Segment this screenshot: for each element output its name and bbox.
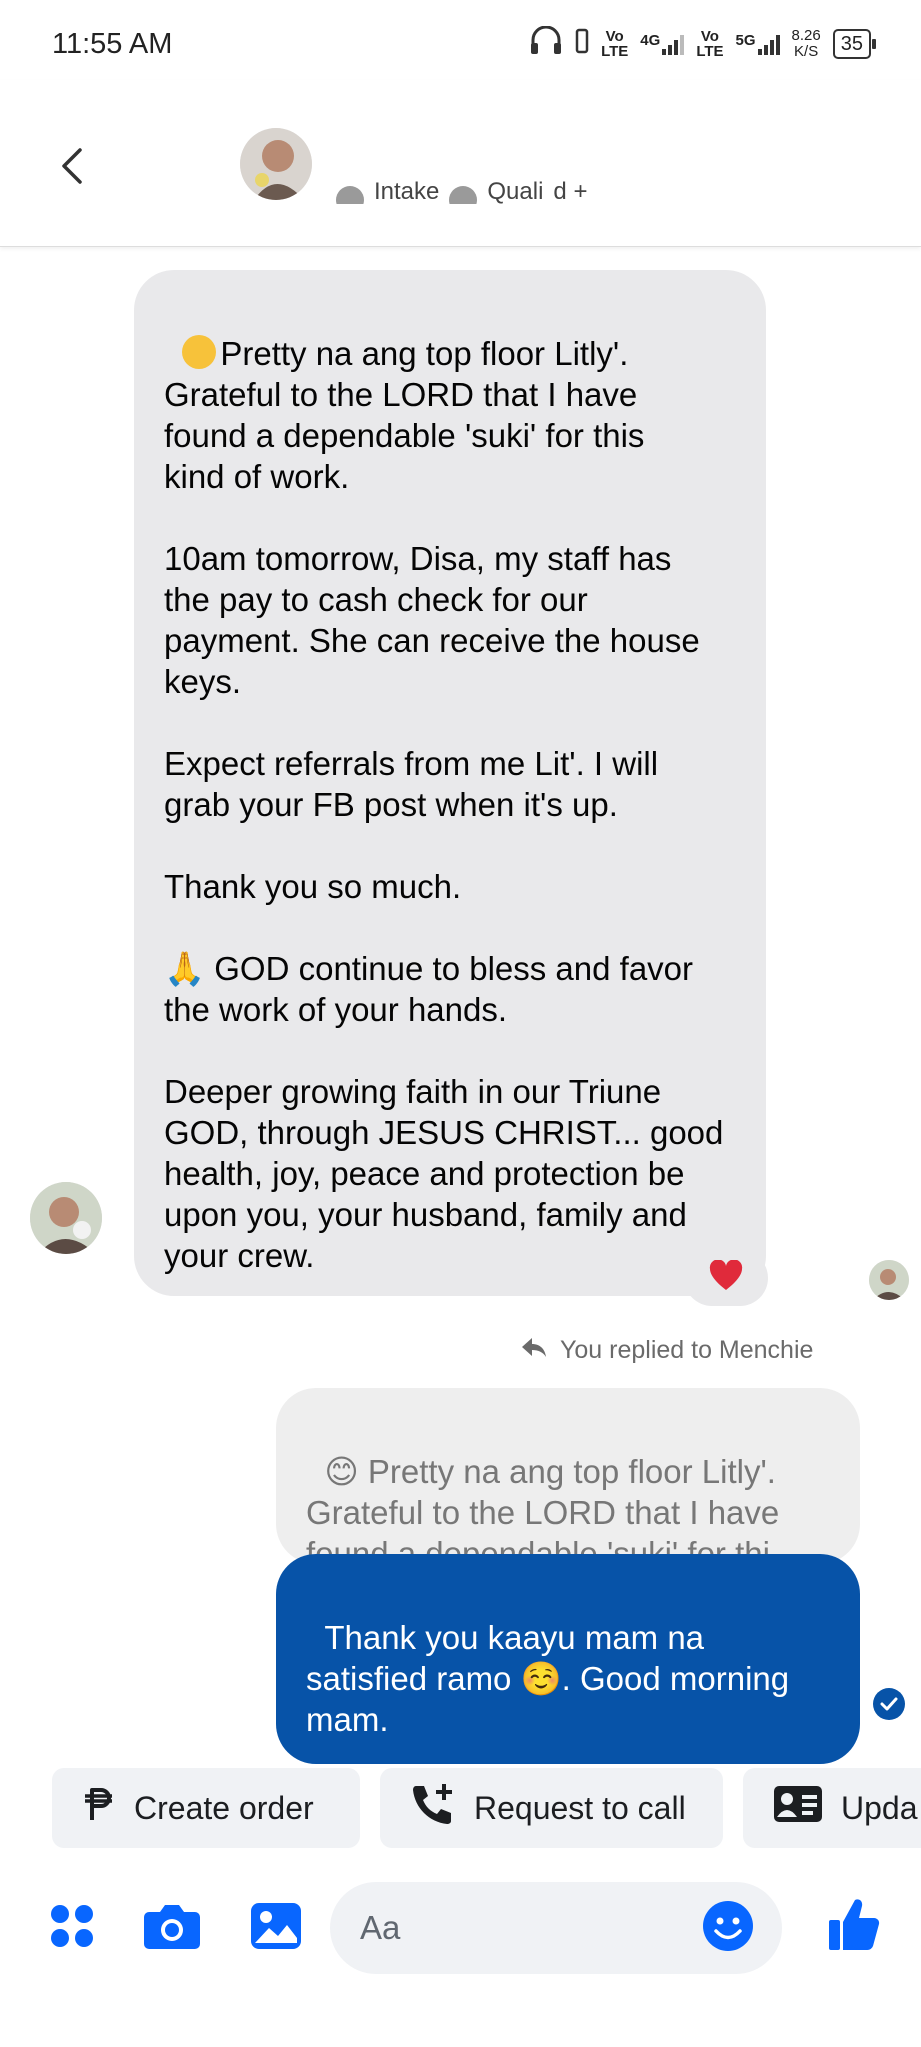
label-qualified: Quali: [487, 180, 544, 204]
back-arrow-icon[interactable]: [56, 146, 90, 186]
contact-labels[interactable]: Intake Quali d +: [336, 180, 587, 204]
speed-value: 8.26: [791, 26, 821, 44]
update-button[interactable]: Upda: [743, 1768, 921, 1848]
reaction-badge[interactable]: [684, 1250, 768, 1306]
quoted-message[interactable]: 😊 Pretty na ang top floor Litly'. Gratef…: [276, 1388, 860, 1564]
emoji-icon[interactable]: [702, 1900, 754, 1957]
sender-avatar[interactable]: [30, 1182, 102, 1254]
signal-bars-icon: [757, 33, 780, 55]
delivered-check-icon: [873, 1688, 905, 1720]
network-speed: 8.26 K/S: [791, 26, 821, 60]
request-to-call-button[interactable]: Request to call: [380, 1768, 723, 1848]
net1-gen: 4G: [640, 31, 661, 49]
message-input[interactable]: [358, 1908, 662, 1948]
conversation-header: Intake Quali d +: [0, 80, 921, 247]
network-gen-1: 4G: [640, 31, 685, 55]
net1-top: Vo: [605, 27, 624, 45]
speed-unit: K/S: [794, 42, 819, 60]
quoted-message-text: 😊 Pretty na ang top floor Litly'. Gratef…: [306, 1453, 798, 1564]
vibrate-icon: [575, 28, 589, 59]
thumbs-up-icon[interactable]: [824, 1894, 884, 1954]
outgoing-message-bubble[interactable]: Thank you kaayu mam na satisfied ramo ☺️…: [276, 1554, 860, 1764]
net2-gen: 5G: [735, 31, 756, 49]
phone-plus-icon: [410, 1782, 456, 1834]
net1-bottom: LTE: [601, 42, 629, 60]
create-order-label: Create order: [134, 1789, 314, 1826]
outgoing-message-text: Thank you kaayu mam na satisfied ramo ☺️…: [306, 1619, 790, 1738]
reply-context-label: You replied to Menchie: [560, 1336, 814, 1364]
gallery-icon[interactable]: [246, 1896, 306, 1956]
label-dot-icon: [336, 186, 364, 204]
waving-emoji-icon: [182, 335, 217, 369]
peso-icon: [82, 1786, 116, 1830]
signal-bars-icon: [662, 33, 685, 55]
network-2: Vo LTE: [696, 29, 723, 59]
menu-grid-icon[interactable]: [42, 1896, 102, 1956]
update-label: Upda: [841, 1789, 918, 1826]
contact-avatar[interactable]: [240, 128, 312, 200]
label-dot-icon: [449, 186, 478, 204]
label-intake: Intake: [374, 180, 440, 204]
net2-top: Vo: [700, 27, 719, 45]
seen-avatar: [869, 1260, 909, 1300]
status-icons: Vo LTE 4G Vo LTE 5G 8.26 K/S 35: [529, 25, 877, 61]
network-gen-2: 5G: [736, 33, 780, 55]
heart-icon: [709, 1258, 743, 1297]
incoming-message-text: Pretty na ang top floor Litly'. Grateful…: [164, 335, 724, 1274]
incoming-message-bubble[interactable]: Pretty na ang top floor Litly'. Grateful…: [134, 270, 766, 1296]
reply-context: You replied to Menchie: [520, 1336, 813, 1365]
label-more: d +: [553, 180, 588, 204]
create-order-button[interactable]: Create order: [52, 1768, 360, 1848]
message-composer[interactable]: [330, 1882, 782, 1974]
camera-icon[interactable]: [142, 1896, 202, 1956]
battery-level: 35: [840, 32, 863, 55]
battery-icon: 35: [832, 28, 877, 59]
reply-arrow-icon: [520, 1336, 548, 1365]
request-to-call-label: Request to call: [474, 1789, 686, 1826]
network-1: Vo LTE: [601, 29, 628, 59]
contact-card-icon: [773, 1785, 823, 1831]
net2-bottom: LTE: [696, 42, 724, 60]
headphones-icon: [529, 25, 563, 61]
status-time: 11:55 AM: [52, 28, 173, 60]
